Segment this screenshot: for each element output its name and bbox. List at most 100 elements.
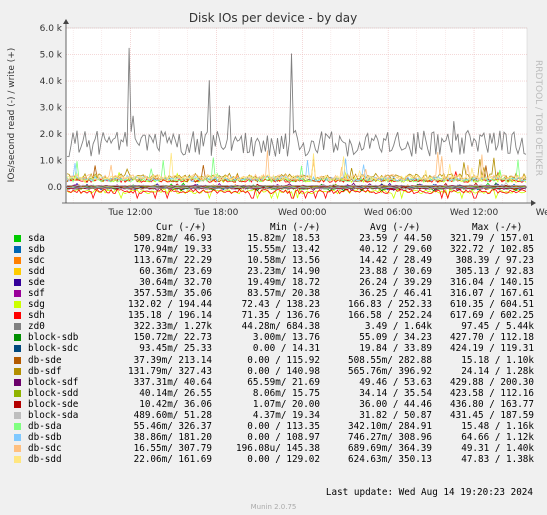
chart-title: Disk IOs per device - by day: [189, 11, 357, 25]
legend-max: 316.04 / 140.15: [450, 277, 534, 289]
legend-avg: 508.55m/ 282.88: [348, 354, 432, 366]
legend-row: sdd 60.36m/ 23.69 23.23m/ 14.90 23.88 / 30.…: [14, 266, 538, 277]
legend-min: 83.57m/ 20.38: [247, 288, 320, 300]
legend-swatch: [14, 378, 21, 386]
x-tick-label: Wed 06:00: [364, 208, 413, 218]
legend-name: block-sdb: [28, 332, 79, 344]
legend-row: block-sdc 93.45m/ 25.33 0.00 / 14.31 19.84 …: [14, 343, 538, 354]
disk-io-chart: Disk IOs per device - by day 0.0 1.0 k 2.0…: [7, 11, 547, 218]
legend-avg: 23.59 / 44.50: [359, 233, 432, 244]
legend-name: sdg: [28, 299, 45, 311]
legend-cur: 322.33m/ 1.27k: [133, 321, 212, 333]
legend-name: db-sde: [28, 354, 62, 366]
legend-avg: 49.46 / 53.63: [359, 376, 432, 388]
legend-row: block-sdd 40.14m/ 26.55 8.06m/ 15.75 34.14 …: [14, 388, 538, 399]
last-update: Last update: Wed Aug 14 19:20:23 2024: [325, 487, 533, 498]
legend-name: sdh: [28, 310, 45, 322]
legend-swatch: [14, 433, 21, 441]
x-tick-label: Tue 18:00: [193, 208, 238, 218]
legend-avg: 55.09 / 34.23: [359, 332, 432, 344]
y-tick-label: 0.0: [48, 183, 63, 193]
legend-name: block-sdc: [28, 343, 79, 355]
legend-swatch: [14, 290, 21, 298]
legend-cur: 489.60m/ 51.28: [133, 409, 212, 421]
legend-avg: 36.00 / 44.46: [359, 398, 432, 410]
legend-swatch: [14, 301, 21, 309]
legend-max: 97.45 / 5.44k: [461, 321, 534, 333]
y-axis-arrow: [63, 19, 69, 24]
legend-min: 0.00 / 108.97: [247, 431, 320, 443]
legend-name: sdd: [28, 266, 45, 278]
legend-min: 0.00 / 140.98: [247, 365, 320, 377]
legend-name: sdb: [28, 244, 45, 256]
legend-row: db-sda 55.46m/ 326.37 0.00 / 113.35 342.10m…: [14, 421, 538, 432]
legend-rows: sda 509.82m/ 46.93 15.82m/ 18.53 23.59 / 44…: [14, 233, 538, 465]
legend-cur: 337.31m/ 40.64: [133, 376, 212, 388]
legend-max: 610.35 / 604.51: [450, 299, 534, 311]
legend-row: sda 509.82m/ 46.93 15.82m/ 18.53 23.59 / 44…: [14, 233, 538, 244]
legend-min: 0.00 / 115.92: [247, 354, 320, 366]
legend-avg: 19.84 / 33.89: [359, 343, 432, 355]
legend-swatch: [14, 345, 21, 353]
legend-max: 305.13 / 92.83: [455, 266, 534, 278]
legend-name: sdc: [28, 255, 45, 267]
legend-swatch: [14, 455, 21, 463]
legend-avg: 26.24 / 39.29: [359, 277, 432, 289]
legend-min: 72.43 / 138.23: [241, 299, 320, 311]
x-tick-label: Tue 12:00: [107, 208, 152, 218]
legend-max: 436.80 / 163.77: [450, 398, 534, 410]
x-tick-label: Wed 18:00: [536, 208, 547, 218]
legend-swatch: [14, 268, 21, 276]
legend-cur: 30.64m/ 32.70: [139, 277, 212, 289]
y-tick-label: 3.0 k: [40, 104, 63, 114]
legend-row: db-sdf 131.79m/ 327.43 0.00 / 140.98 565.76…: [14, 366, 538, 377]
legend-avg: 23.88 / 30.69: [359, 266, 432, 278]
legend-cur: 113.67m/ 22.29: [133, 255, 212, 267]
legend-swatch: [14, 323, 21, 331]
legend-row: block-sde 10.42m/ 36.06 1.07m/ 20.00 36.00 …: [14, 399, 538, 410]
legend-cur: 132.02 / 194.44: [128, 299, 212, 311]
legend-max: 64.66 / 1.12k: [461, 431, 534, 443]
legend-avg: 342.10m/ 284.91: [348, 420, 432, 432]
legend-swatch: [14, 422, 21, 430]
legend-min: 0.00 / 14.31: [252, 343, 320, 355]
legend-avg: 624.63m/ 350.13: [348, 453, 432, 465]
legend-max: 49.31 / 1.40k: [461, 442, 534, 454]
legend-cur: 170.94m/ 19.33: [133, 244, 212, 256]
legend-min: 4.37m/ 19.34: [252, 409, 320, 421]
legend-cur: 22.06m/ 161.69: [133, 453, 212, 465]
legend-min: 19.49m/ 18.72: [247, 277, 320, 289]
legend-min: 71.35 / 136.76: [241, 310, 320, 322]
legend-min: 15.55m/ 13.42: [247, 244, 320, 256]
legend-max: 15.48 / 1.16k: [461, 420, 534, 432]
legend-swatch: [14, 400, 21, 408]
legend-name: block-sde: [28, 398, 79, 410]
x-axis-arrow: [531, 200, 536, 206]
legend-row: sdb 170.94m/ 19.33 15.55m/ 13.42 40.12 / 29…: [14, 244, 538, 255]
legend-min: 15.82m/ 18.53: [247, 233, 320, 244]
legend-min: 0.00 / 129.02: [247, 453, 320, 465]
legend-name: sde: [28, 277, 45, 289]
legend-name: block-sdd: [28, 387, 79, 399]
legend-swatch: [14, 334, 21, 342]
legend-swatch: [14, 235, 21, 242]
legend-name: sda: [28, 233, 45, 244]
x-tick-label: Wed 00:00: [278, 208, 327, 218]
legend-max: 431.45 / 187.59: [450, 409, 534, 421]
legend-cur: 40.14m/ 26.55: [139, 387, 212, 399]
legend-row: block-sdf 337.31m/ 40.64 65.59m/ 21.69 49.4…: [14, 377, 538, 388]
legend-row: sdf 357.53m/ 35.06 83.57m/ 20.38 36.25 / 46…: [14, 288, 538, 299]
legend-max: 617.69 / 602.25: [450, 310, 534, 322]
legend-max: 322.72 / 102.85: [450, 244, 534, 256]
legend-min: 10.58m/ 13.56: [247, 255, 320, 267]
legend-cur: 509.82m/ 46.93: [133, 233, 212, 244]
legend-avg: 565.76m/ 396.92: [348, 365, 432, 377]
legend-max: 321.79 / 157.01: [450, 233, 534, 244]
legend-row: block-sdb 150.72m/ 22.73 3.00m/ 13.76 55.09…: [14, 332, 538, 343]
legend-cur: 38.86m/ 181.20: [133, 431, 212, 443]
legend-name: block-sdf: [28, 376, 79, 388]
legend-swatch: [14, 279, 21, 287]
legend-min: 65.59m/ 21.69: [247, 376, 320, 388]
munin-brand: Munin 2.0.75: [250, 503, 297, 511]
legend-avg: 689.69m/ 364.39: [348, 442, 432, 454]
